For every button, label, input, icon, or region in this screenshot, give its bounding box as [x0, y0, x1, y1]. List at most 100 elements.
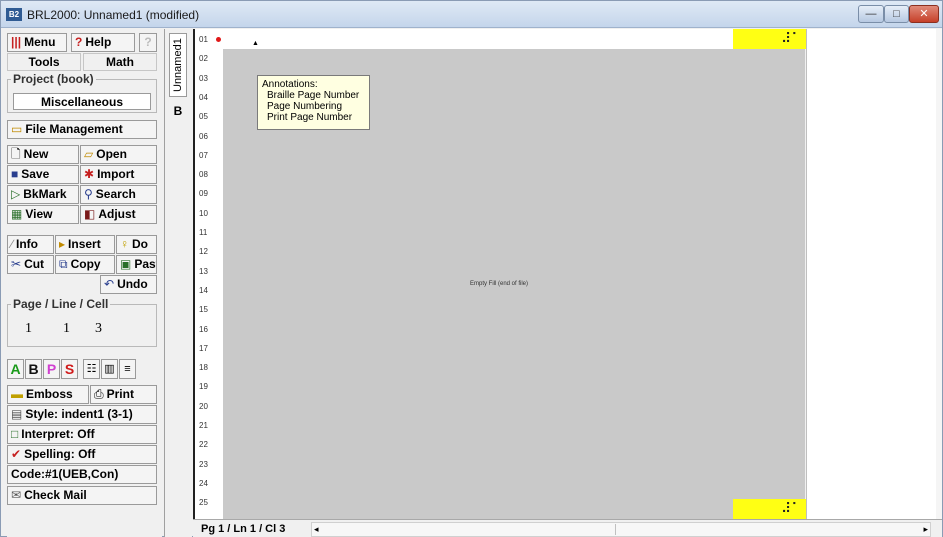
- line-number: 02: [199, 54, 208, 64]
- copy-button[interactable]: ⧉ Copy: [55, 255, 115, 274]
- line-number: 25: [199, 498, 208, 508]
- insert-label: Insert: [68, 237, 101, 251]
- columns-icon[interactable]: ☷: [83, 359, 100, 379]
- insert-icon: ▸: [59, 237, 66, 251]
- line-number: 01: [199, 35, 208, 44]
- braille-number-top: ⠼⠁: [781, 31, 802, 47]
- current-line-strip[interactable]: [223, 29, 807, 49]
- cut-label: Cut: [24, 257, 45, 271]
- file-management-label: File Management: [25, 122, 123, 136]
- tab-tools[interactable]: Tools: [7, 53, 81, 71]
- align-icon[interactable]: ≡: [119, 359, 136, 379]
- spelling-button[interactable]: ✔ Spelling: Off: [7, 445, 157, 464]
- spelling-icon: ✔: [11, 447, 22, 461]
- insert-button[interactable]: ▸ Insert: [55, 235, 115, 254]
- right-blank-area: [806, 29, 942, 519]
- context-help-button[interactable]: ?: [139, 33, 157, 52]
- cell-value: 3: [95, 321, 103, 336]
- page-line-cell-label: Page / Line / Cell: [11, 297, 111, 311]
- document-tab[interactable]: Unnamed1: [169, 33, 187, 97]
- spelling-label: Spelling: Off: [24, 447, 96, 461]
- do-button[interactable]: ♀ Do: [116, 235, 157, 254]
- document-tab-strip: Unnamed1 B: [164, 29, 192, 537]
- vertical-scrollbar[interactable]: [936, 29, 942, 519]
- line-number: 09: [199, 189, 208, 199]
- code-button[interactable]: Code:#1(UEB,Con): [7, 465, 157, 484]
- save-button[interactable]: ■ Save: [7, 165, 79, 184]
- empty-fill-marker: Empty Fill (end of file): [470, 281, 529, 287]
- new-file-icon: 🗋: [11, 147, 21, 161]
- close-button[interactable]: ✕: [909, 5, 939, 23]
- open-label: Open: [96, 147, 127, 161]
- line-value: 1: [63, 321, 71, 336]
- copy-label: Copy: [70, 257, 101, 271]
- new-label: New: [23, 147, 49, 161]
- scroll-right-arrow[interactable]: ▸: [923, 523, 928, 536]
- braille-editor[interactable]: 01 02 03 04 05 06 07 08 09 10 11 12 13 14 15 16 17 18 19 20…: [193, 29, 807, 519]
- file-management-button[interactable]: ▭ File Management: [7, 120, 157, 139]
- search-button[interactable]: ⚲ Search: [80, 185, 157, 204]
- scroll-thumb[interactable]: [326, 524, 616, 535]
- line-number: 21: [199, 421, 208, 430]
- print-button[interactable]: ⎙ Print: [90, 385, 157, 404]
- adjust-label: Adjust: [98, 207, 136, 221]
- table-icon[interactable]: ▥: [101, 359, 118, 379]
- line-number: 16: [199, 324, 208, 334]
- annotation-item: Braille Page Number: [267, 90, 360, 101]
- line-number: 05: [199, 112, 208, 122]
- line-number: 23: [199, 459, 208, 469]
- undo-button[interactable]: ↶ Undo: [100, 275, 157, 294]
- search-icon: ⚲: [84, 187, 93, 201]
- horizontal-scrollbar[interactable]: ◂ ▸: [311, 522, 931, 537]
- tab-math[interactable]: Math: [83, 53, 157, 71]
- view-button[interactable]: ▦ View: [7, 205, 79, 224]
- line-number-gutter: 01 02 03 04 05 06 07 08 09 10 11 12 13 14 15 16 17 18 19 20…: [195, 29, 223, 519]
- paste-button[interactable]: ▣Paste: [116, 255, 157, 274]
- braille-page-number-bottom: ⠼⠁: [733, 499, 807, 519]
- copy-icon: ⧉: [59, 257, 68, 271]
- import-button[interactable]: ✱ Import: [80, 165, 157, 184]
- cursor-mark: ▲: [252, 40, 259, 47]
- cursor-indicator-dot: [216, 37, 221, 42]
- scroll-left-arrow[interactable]: ◂: [314, 523, 319, 536]
- emboss-button[interactable]: ▬ Emboss: [7, 385, 89, 404]
- menu-label: Menu: [24, 35, 56, 49]
- undo-label: Undo: [117, 277, 148, 291]
- format-a-button[interactable]: A: [7, 359, 24, 379]
- line-number: 03: [199, 73, 208, 83]
- title-bar[interactable]: B2 BRL2000: Unnamed1 (modified) — □ ✕: [1, 1, 942, 28]
- annotation-tooltip: Annotations: Braille Page Number Page Nu…: [257, 75, 370, 130]
- search-label: Search: [95, 187, 136, 201]
- help-button[interactable]: ? Help: [71, 33, 135, 52]
- maximize-button[interactable]: □: [884, 5, 909, 23]
- minimize-button[interactable]: —: [858, 5, 884, 23]
- annotation-item: Page Numbering: [267, 101, 343, 112]
- line-number: 18: [199, 363, 208, 373]
- open-button[interactable]: ▱ Open: [80, 145, 157, 164]
- menu-button[interactable]: ||| Menu: [7, 33, 67, 52]
- style-button[interactable]: ▤ Style: indent1 (3-1): [7, 405, 157, 424]
- format-p-button[interactable]: P: [43, 359, 60, 379]
- emboss-icon: ▬: [11, 387, 23, 401]
- import-label: Import: [97, 167, 135, 181]
- grade-button[interactable]: B: [169, 101, 187, 121]
- line-number: 14: [199, 285, 208, 295]
- check-mail-button[interactable]: ✉ Check Mail: [7, 486, 157, 505]
- format-s-button[interactable]: S: [61, 359, 78, 379]
- line-number: 07: [199, 150, 208, 160]
- interpret-button[interactable]: □ Interpret: Off: [7, 425, 157, 444]
- printer-icon: ⎙: [94, 387, 104, 401]
- new-button[interactable]: 🗋 New: [7, 145, 79, 164]
- adjust-button[interactable]: ◧ Adjust: [80, 205, 157, 224]
- floppy-icon: ■: [11, 167, 19, 181]
- format-b-button[interactable]: B: [25, 359, 42, 379]
- cut-button[interactable]: ✂ Cut: [7, 255, 54, 274]
- project-select[interactable]: Miscellaneous: [13, 93, 151, 110]
- line-number: 11: [199, 228, 208, 237]
- scissors-icon: ✂: [11, 257, 22, 271]
- print-label: Print: [106, 387, 134, 401]
- bookmark-button[interactable]: ▷ BkMark: [7, 185, 79, 204]
- line-number: 22: [199, 440, 208, 450]
- do-label: Do: [132, 237, 148, 251]
- info-button[interactable]: ∕ Info: [7, 235, 54, 254]
